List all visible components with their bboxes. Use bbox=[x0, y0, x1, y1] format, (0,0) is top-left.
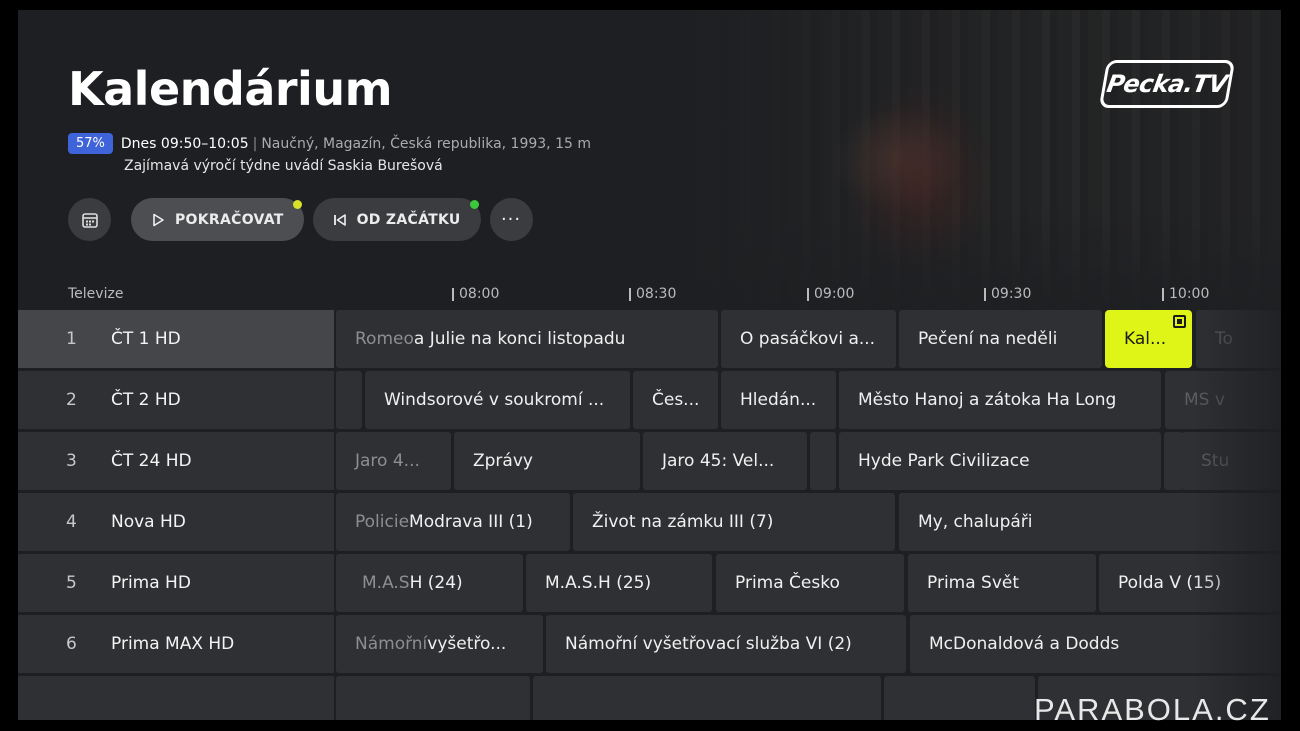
channel-row-partial[interactable] bbox=[18, 676, 334, 720]
continue-button[interactable]: POKRAČOVAT bbox=[131, 198, 304, 241]
continue-status-dot bbox=[292, 200, 302, 209]
channel-number: 3 bbox=[66, 451, 77, 471]
meta-separator: | bbox=[252, 135, 258, 152]
epg-screen: Kalendárium 57% Dnes 09:50–10:05 | Naučn… bbox=[18, 10, 1281, 720]
channel-name: ČT 2 HD bbox=[111, 390, 181, 410]
program-cell[interactable]: Námořní vyšetřovací služba VI (2) bbox=[546, 615, 906, 673]
channel-number: 5 bbox=[66, 573, 77, 593]
program-cell[interactable]: Polda V (15) bbox=[1099, 554, 1281, 612]
record-icon bbox=[1173, 315, 1186, 328]
action-buttons: POKRAČOVAT OD ZAČÁTKU ··· bbox=[68, 198, 533, 241]
timeline-header: Televize 08:00 08:30 09:00 09:30 10:00 bbox=[18, 286, 1281, 308]
program-grid: Romeo a Julie na konci listopadu O pasáč… bbox=[336, 310, 1281, 720]
program-cell[interactable]: Stu bbox=[1182, 432, 1281, 490]
program-cell[interactable]: Hledán... bbox=[721, 371, 836, 429]
program-cell[interactable]: Romeo a Julie na konci listopadu bbox=[336, 310, 718, 368]
program-cell[interactable] bbox=[336, 371, 362, 429]
program-title: Kalendárium bbox=[68, 62, 393, 116]
program-cell[interactable]: Pečení na neděli bbox=[899, 310, 1102, 368]
program-cell[interactable]: Windsorové v soukromí ... bbox=[365, 371, 630, 429]
channel-row-nova[interactable]: 4 Nova HD bbox=[18, 493, 334, 551]
program-cell[interactable]: Město Hanoj a zátoka Ha Long bbox=[839, 371, 1161, 429]
channel-number: 4 bbox=[66, 512, 77, 532]
from-start-label: OD ZAČÁTKU bbox=[356, 211, 461, 228]
time-tick: 08:30 bbox=[629, 286, 676, 302]
channel-name: Prima HD bbox=[111, 573, 191, 593]
channel-number: 1 bbox=[66, 329, 77, 349]
program-cell[interactable]: Čes... bbox=[633, 371, 718, 429]
program-cell[interactable] bbox=[810, 432, 836, 490]
program-cell[interactable]: Prima Česko bbox=[716, 554, 904, 612]
time-tick: 10:00 bbox=[1162, 286, 1209, 302]
program-description: Zajímavá výročí týdne uvádí Saskia Bureš… bbox=[124, 158, 443, 174]
program-cell[interactable]: Jaro 4... bbox=[336, 432, 451, 490]
program-cell[interactable]: Prima Svět bbox=[908, 554, 1096, 612]
program-cell[interactable]: My, chalupáři bbox=[899, 493, 1281, 551]
program-cell-current[interactable]: Kal... bbox=[1105, 310, 1192, 368]
channel-row-prima[interactable]: 5 Prima HD bbox=[18, 554, 334, 612]
continue-label: POKRAČOVAT bbox=[175, 211, 284, 228]
program-cell[interactable]: Život na zámku III (7) bbox=[573, 493, 895, 551]
program-cell[interactable]: Policie Modrava III (1) bbox=[336, 493, 570, 551]
time-tick: 09:30 bbox=[984, 286, 1031, 302]
more-icon: ··· bbox=[500, 209, 522, 230]
program-cell[interactable]: McDonaldová a Dodds bbox=[910, 615, 1281, 673]
program-cell[interactable]: Jaro 45: Vel... bbox=[643, 432, 807, 490]
program-meta: 57% Dnes 09:50–10:05 | Naučný, Magazín, … bbox=[68, 133, 591, 154]
channel-row-ct24[interactable]: 3 ČT 24 HD bbox=[18, 432, 334, 490]
more-options-button[interactable]: ··· bbox=[489, 198, 533, 241]
channel-name: Prima MAX HD bbox=[111, 634, 235, 654]
channel-row-ct2[interactable]: 2 ČT 2 HD bbox=[18, 371, 334, 429]
program-genre: Naučný, Magazín, Česká republika, 1993, … bbox=[261, 135, 591, 152]
program-cell[interactable] bbox=[336, 676, 530, 720]
channel-row-prima-max[interactable]: 6 Prima MAX HD bbox=[18, 615, 334, 673]
skip-to-start-icon bbox=[333, 213, 346, 226]
channel-name: ČT 1 HD bbox=[111, 329, 181, 349]
program-cell[interactable]: MS v bbox=[1165, 371, 1281, 429]
timeline-label: Televize bbox=[68, 286, 124, 302]
from-start-status-dot bbox=[469, 200, 479, 209]
progress-badge: 57% bbox=[68, 133, 113, 154]
channel-number: 6 bbox=[66, 634, 77, 654]
time-tick: 08:00 bbox=[452, 286, 499, 302]
channel-name: Nova HD bbox=[111, 512, 186, 532]
pecka-tv-logo: Pecka.TV bbox=[1098, 60, 1236, 108]
program-cell[interactable] bbox=[533, 676, 881, 720]
program-cell[interactable]: To bbox=[1196, 310, 1281, 368]
program-cell[interactable] bbox=[884, 676, 1035, 720]
calendar-icon bbox=[81, 212, 98, 228]
time-tick: 09:00 bbox=[807, 286, 854, 302]
channel-row-ct1[interactable]: 1 ČT 1 HD bbox=[18, 310, 334, 368]
channel-number: 2 bbox=[66, 390, 77, 410]
program-cell[interactable]: Zprávy bbox=[454, 432, 640, 490]
program-cell[interactable]: O pasáčkovi a... bbox=[721, 310, 896, 368]
from-start-button[interactable]: OD ZAČÁTKU bbox=[312, 198, 481, 241]
watermark: PARABOLA.CZ bbox=[1034, 692, 1271, 727]
program-cell[interactable]: Námořní vyšetřo... bbox=[336, 615, 543, 673]
play-icon bbox=[153, 213, 164, 226]
calendar-button[interactable] bbox=[68, 198, 111, 241]
program-cell[interactable]: Hyde Park Civilizace bbox=[839, 432, 1161, 490]
program-time: Dnes 09:50–10:05 bbox=[120, 135, 249, 152]
channel-name: ČT 24 HD bbox=[111, 451, 192, 471]
program-cell[interactable] bbox=[1164, 432, 1183, 490]
program-cell[interactable]: M.A.S.H (25) bbox=[526, 554, 712, 612]
channel-list: 1 ČT 1 HD 2 ČT 2 HD 3 ČT 24 HD 4 Nova HD 5 Pr… bbox=[18, 310, 334, 720]
program-cell[interactable]: M.A.S H (24) bbox=[336, 554, 523, 612]
